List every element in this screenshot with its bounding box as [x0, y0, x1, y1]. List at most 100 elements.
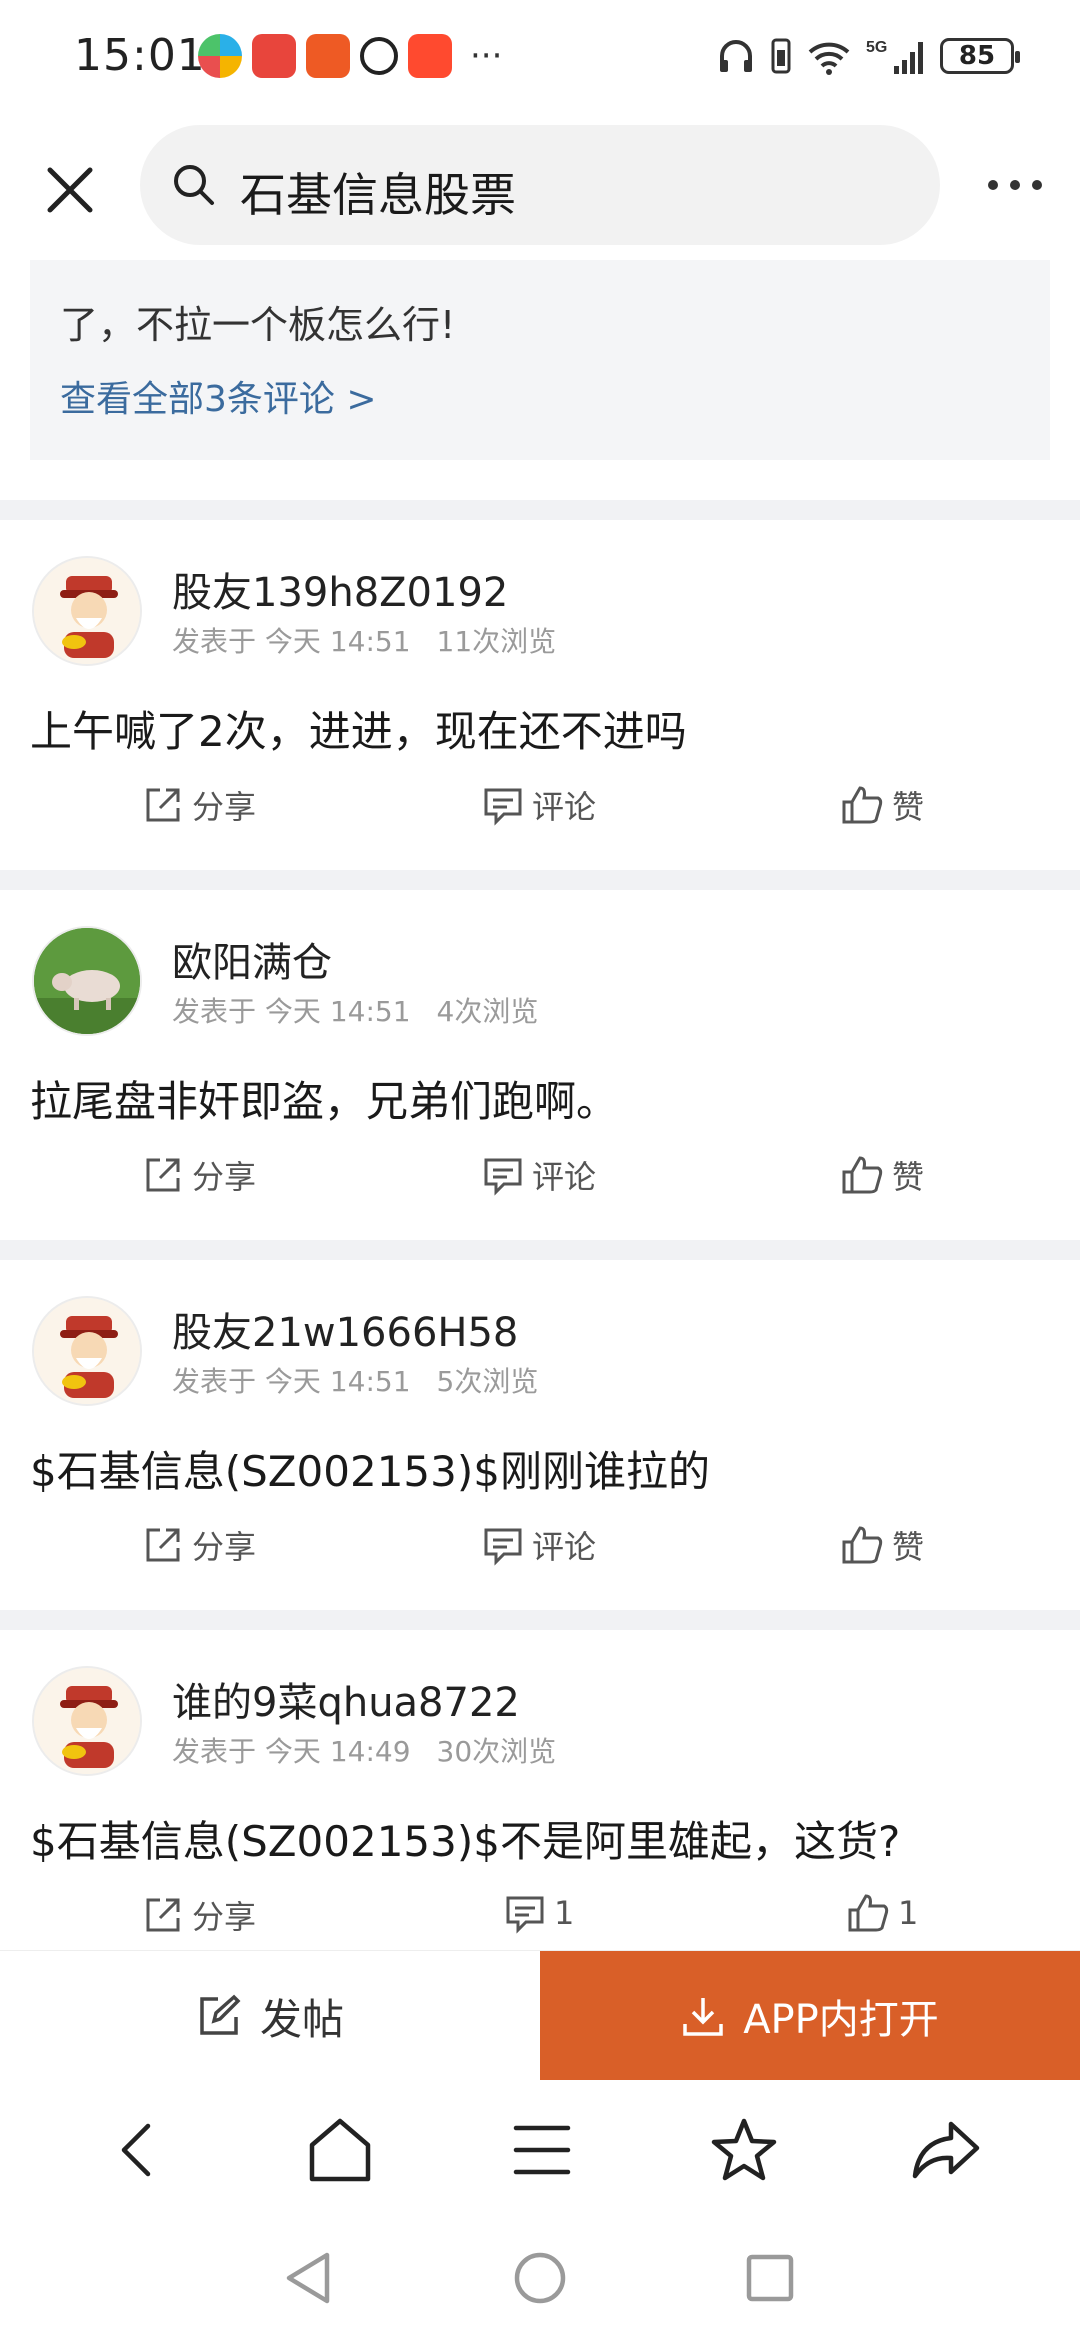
- close-button[interactable]: [40, 160, 100, 220]
- share-page-button[interactable]: [906, 2110, 986, 2190]
- posted-prefix: 发表于: [172, 995, 257, 1028]
- post-meta: 发表于 今天 14:51 5次浏览: [172, 1360, 538, 1400]
- battery-level: 85: [958, 41, 996, 71]
- post-username[interactable]: 股友139h8Z0192: [172, 560, 508, 618]
- status-indicators: 5G 85: [716, 36, 1020, 76]
- system-home-button[interactable]: [510, 2248, 570, 2308]
- comment-preview: 了，不拉一个板怎么行! 查看全部3条评论 >: [30, 260, 1050, 460]
- browser-navigation: [0, 2080, 1080, 2220]
- view-count: 4次浏览: [436, 995, 539, 1028]
- share-button[interactable]: 分享: [142, 782, 256, 828]
- fortune-god-avatar-icon: [34, 1668, 140, 1774]
- new-post-button[interactable]: 发帖: [0, 1951, 540, 2081]
- system-recents-button[interactable]: [740, 2248, 800, 2308]
- share-icon: [146, 788, 180, 822]
- like-label: 赞: [892, 788, 925, 826]
- comment-icon: [484, 1158, 522, 1196]
- menu-button[interactable]: [502, 2110, 582, 2190]
- avatar[interactable]: [32, 1666, 142, 1776]
- like-label: 赞: [892, 1528, 925, 1566]
- comment-icon: [506, 1896, 544, 1934]
- recents-square-icon: [746, 2254, 794, 2302]
- bottom-action-bar: 发帖 APP内打开: [0, 1950, 1080, 2081]
- posted-time: 发表于 今天 14:51: [172, 620, 411, 660]
- new-post-label: 发帖: [259, 1994, 344, 2044]
- comment-button[interactable]: 评论: [482, 782, 596, 828]
- thumbs-up-icon: [842, 1526, 883, 1564]
- post-feed[interactable]: 了，不拉一个板怎么行! 查看全部3条评论 > 股友139h8Z0192 发表于 …: [0, 260, 1080, 1950]
- share-button[interactable]: 分享: [142, 1522, 256, 1568]
- svg-text:5G: 5G: [866, 39, 887, 56]
- share-icon: [146, 1528, 180, 1562]
- system-navigation: [0, 2220, 1080, 2340]
- status-time: 15:01: [74, 30, 206, 81]
- post-actions: 分享 评论 赞: [0, 1522, 1080, 1582]
- post-card[interactable]: 股友21w1666H58 发表于 今天 14:51 5次浏览 $石基信息(SZ0…: [0, 1260, 1080, 1610]
- like-button[interactable]: 赞: [840, 1522, 924, 1568]
- vibrate-icon: [771, 38, 791, 74]
- post-actions: 分享 1 1: [0, 1892, 1080, 1950]
- post-card[interactable]: 欧阳满仓 发表于 今天 14:51 4次浏览 拉尾盘非奸即盗，兄弟们跑啊。 分享…: [0, 890, 1080, 1240]
- bookmark-button[interactable]: [704, 2110, 784, 2190]
- fortune-god-avatar-icon: [34, 1298, 140, 1404]
- battery-icon: 85: [940, 38, 1020, 74]
- avatar[interactable]: [32, 556, 142, 666]
- post-actions: 分享 评论 赞: [0, 782, 1080, 842]
- back-button[interactable]: [98, 2110, 178, 2190]
- thumbs-up-icon: [842, 786, 883, 824]
- posted-time-value: 今天 14:51: [264, 1365, 411, 1398]
- search-input[interactable]: 石基信息股票: [140, 125, 940, 245]
- posted-time-value: 今天 14:51: [264, 995, 411, 1028]
- home-button[interactable]: [300, 2110, 380, 2190]
- share-label: 分享: [192, 1898, 257, 1936]
- like-label: 赞: [892, 1158, 925, 1196]
- back-icon: [121, 2123, 151, 2177]
- dot: [988, 180, 998, 190]
- like-button[interactable]: 1: [846, 1892, 918, 1934]
- post-card[interactable]: 谁的9菜qhua8722 发表于 今天 14:49 30次浏览 $石基信息(SZ…: [0, 1630, 1080, 1950]
- view-all-comments-link[interactable]: 查看全部3条评论 >: [60, 370, 377, 422]
- share-button[interactable]: 分享: [142, 1152, 256, 1198]
- posted-prefix: 发表于: [172, 625, 257, 658]
- back-triangle-icon: [286, 2252, 330, 2304]
- post-text[interactable]: 拉尾盘非奸即盗，兄弟们跑啊。: [30, 1068, 618, 1129]
- signal-5g-icon: 5G: [866, 39, 923, 74]
- posted-time-value: 今天 14:49: [264, 1735, 411, 1768]
- star-icon: [711, 2118, 777, 2181]
- like-button[interactable]: 赞: [840, 1152, 924, 1198]
- edit-icon: [200, 1994, 241, 2035]
- headphones-icon: [720, 40, 752, 72]
- post-actions: 分享 评论 赞: [0, 1152, 1080, 1212]
- more-options-button[interactable]: [980, 165, 1050, 205]
- app-notification-icon: [408, 34, 452, 78]
- like-count: 1: [898, 1894, 919, 1932]
- post-username[interactable]: 谁的9菜qhua8722: [172, 1670, 520, 1728]
- post-text[interactable]: $石基信息(SZ002153)$刚刚谁拉的: [30, 1438, 710, 1499]
- comment-button[interactable]: 评论: [482, 1152, 596, 1198]
- thumbs-up-icon: [842, 1156, 883, 1194]
- dot: [1032, 180, 1042, 190]
- open-in-app-label: APP内打开: [743, 1997, 939, 2043]
- divider: [0, 500, 1080, 520]
- post-username[interactable]: 欧阳满仓: [172, 930, 332, 988]
- comment-button[interactable]: 评论: [482, 1522, 596, 1568]
- comment-icon: [484, 788, 522, 826]
- app-notification-icon: [306, 34, 350, 78]
- share-icon: [912, 2121, 980, 2179]
- like-button[interactable]: 赞: [840, 782, 924, 828]
- share-button[interactable]: 分享: [142, 1892, 256, 1938]
- wifi-icon: [808, 42, 850, 75]
- posted-prefix: 发表于: [172, 1365, 257, 1398]
- status-bar: 15:01 ··· 5G 85: [0, 0, 1080, 120]
- divider: [0, 1240, 1080, 1260]
- view-count: 30次浏览: [436, 1735, 557, 1768]
- post-text[interactable]: $石基信息(SZ002153)$不是阿里雄起，这货?: [30, 1808, 900, 1869]
- post-text[interactable]: 上午喊了2次，进进，现在还不进吗: [30, 698, 687, 759]
- post-card[interactable]: 股友139h8Z0192 发表于 今天 14:51 11次浏览 上午喊了2次，进…: [0, 520, 1080, 870]
- avatar[interactable]: [32, 926, 142, 1036]
- avatar[interactable]: [32, 1296, 142, 1406]
- open-in-app-button[interactable]: APP内打开: [540, 1951, 1080, 2081]
- system-back-button[interactable]: [278, 2248, 338, 2308]
- comment-button[interactable]: 1: [504, 1892, 574, 1934]
- post-username[interactable]: 股友21w1666H58: [172, 1300, 518, 1358]
